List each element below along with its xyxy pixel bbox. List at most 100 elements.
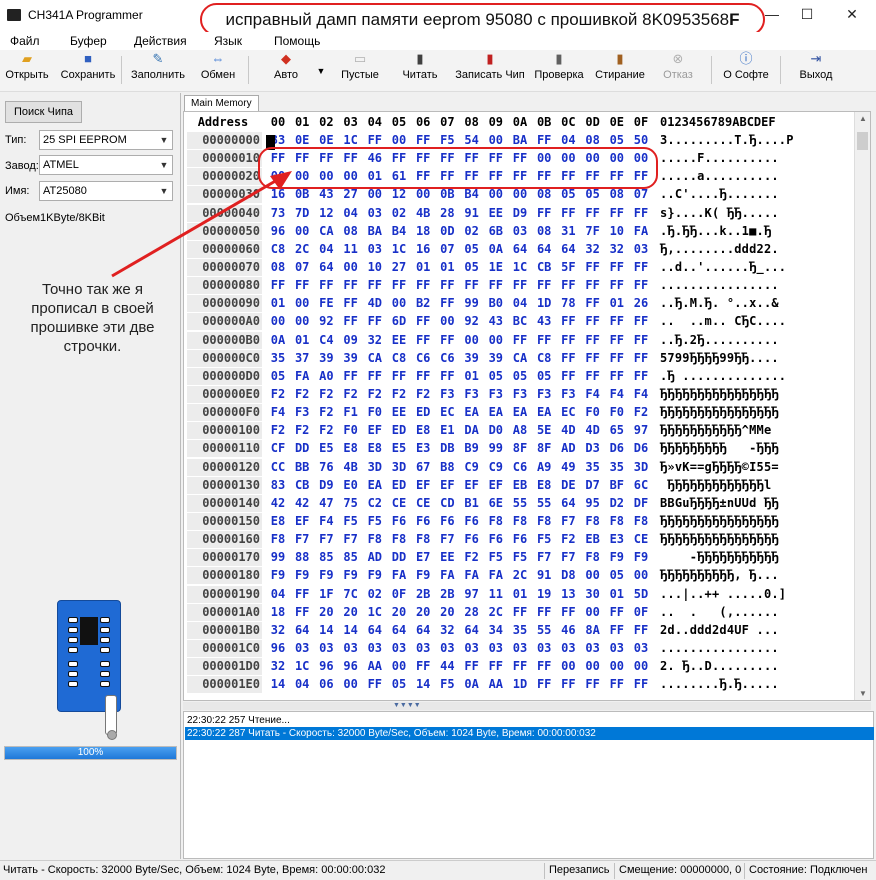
hex-byte[interactable]: F2 bbox=[315, 404, 337, 421]
hex-byte[interactable]: 03 bbox=[364, 640, 386, 657]
hex-byte[interactable]: FF bbox=[340, 277, 362, 294]
hex-byte[interactable]: FF bbox=[412, 277, 434, 294]
hex-row[interactable]: 00000030 16 0B 43 27 00 12 00 0B B4 00 00 08 05 05 08 07… bbox=[184, 186, 854, 204]
hex-byte[interactable]: 14 bbox=[267, 676, 289, 693]
hex-byte[interactable]: 03 bbox=[533, 640, 555, 657]
hex-byte[interactable]: F2 bbox=[315, 386, 337, 403]
hex-byte[interactable]: 05 bbox=[606, 567, 628, 584]
hex-byte[interactable]: FF bbox=[582, 313, 604, 330]
hex-byte[interactable]: 0A bbox=[461, 676, 483, 693]
hex-byte[interactable]: FF bbox=[630, 259, 652, 276]
hex-byte[interactable]: FA bbox=[485, 567, 507, 584]
hex-byte[interactable]: FF bbox=[412, 132, 434, 149]
hex-byte[interactable]: 10 bbox=[364, 259, 386, 276]
hex-byte[interactable]: 01 bbox=[436, 259, 458, 276]
hex-byte[interactable]: 30 bbox=[582, 586, 604, 603]
row-ascii[interactable]: .. ..m.. CЂC.... bbox=[660, 313, 786, 330]
hex-byte[interactable]: 97 bbox=[461, 586, 483, 603]
hex-byte[interactable]: F6 bbox=[412, 513, 434, 530]
hex-byte[interactable]: FF bbox=[436, 277, 458, 294]
maximize-button[interactable]: ☐ bbox=[797, 6, 817, 23]
hex-byte[interactable]: E1 bbox=[436, 422, 458, 439]
hex-byte[interactable]: FF bbox=[509, 168, 531, 185]
hex-byte[interactable]: AD bbox=[557, 440, 579, 457]
hex-row[interactable]: 00000140 42 42 47 75 C2 CE CE CD B1 6E 55 55 64 95 D2 DF… bbox=[184, 494, 854, 513]
hex-byte[interactable]: 64 bbox=[509, 241, 531, 258]
hex-byte[interactable]: FF bbox=[606, 622, 628, 639]
hex-byte[interactable]: FF bbox=[630, 676, 652, 693]
hex-byte[interactable]: 3D bbox=[364, 459, 386, 476]
hex-byte[interactable]: EE bbox=[388, 404, 410, 421]
hex-byte[interactable]: 03 bbox=[291, 640, 313, 657]
hex-byte[interactable]: FF bbox=[630, 622, 652, 639]
hex-byte[interactable]: A9 bbox=[533, 459, 555, 476]
hex-byte[interactable]: FF bbox=[291, 150, 313, 167]
row-ascii[interactable]: ЂЂЂЂЂЂЂЂЂЂЂЂЂЂЂЂ bbox=[660, 404, 779, 421]
hex-byte[interactable]: ED bbox=[412, 404, 434, 421]
hex-byte[interactable]: 99 bbox=[485, 440, 507, 457]
hex-byte[interactable]: 05 bbox=[509, 368, 531, 385]
tab-main-memory[interactable]: Main Memory bbox=[184, 95, 259, 112]
row-ascii[interactable]: ЂЂЂЂЂЂЂЂЂЂЂЂЂЂЂЂ bbox=[660, 386, 779, 403]
hex-byte[interactable]: CA bbox=[509, 350, 531, 367]
hex-byte[interactable]: F7 bbox=[291, 531, 313, 548]
hex-byte[interactable]: F8 bbox=[582, 513, 604, 530]
hex-byte[interactable]: 64 bbox=[557, 241, 579, 258]
hex-byte[interactable]: BA bbox=[509, 132, 531, 149]
hex-byte[interactable]: 55 bbox=[533, 495, 555, 512]
hex-byte[interactable]: FF bbox=[412, 313, 434, 330]
hex-byte[interactable]: 31 bbox=[557, 223, 579, 240]
hex-byte[interactable]: CE bbox=[412, 495, 434, 512]
maker-select[interactable]: ATMEL ▼ bbox=[39, 155, 173, 175]
hex-row[interactable]: 000000C0 35 37 39 39 CA C8 C6 C6 39 39 CA C8 FF FF FF FF… bbox=[184, 349, 854, 368]
hex-byte[interactable]: EA bbox=[509, 404, 531, 421]
hex-byte[interactable]: F9 bbox=[364, 567, 386, 584]
scroll-thumb[interactable] bbox=[857, 132, 868, 150]
hex-byte[interactable]: F9 bbox=[412, 567, 434, 584]
hex-byte[interactable]: 32 bbox=[267, 658, 289, 675]
hex-row[interactable]: 00000110 CF DD E5 E8 E8 E5 E3 DB B9 99 8F 8F AD D3 D6 D6… bbox=[184, 440, 854, 458]
hex-byte[interactable]: 16 bbox=[267, 186, 289, 203]
hex-byte[interactable]: F8 bbox=[582, 549, 604, 566]
hex-byte[interactable]: AA bbox=[364, 658, 386, 675]
hex-byte[interactable]: 85 bbox=[340, 549, 362, 566]
hex-byte[interactable]: EF bbox=[364, 422, 386, 439]
hex-byte[interactable]: 03 bbox=[485, 640, 507, 657]
hex-byte[interactable]: F5 bbox=[509, 549, 531, 566]
hex-row[interactable]: 000001B0 32 64 14 14 64 64 64 32 64 34 35 55 46 8A FF FF… bbox=[184, 621, 854, 640]
hex-byte[interactable]: 1C bbox=[509, 259, 531, 276]
read-button[interactable]: ▮ Читать bbox=[398, 52, 442, 90]
hex-byte[interactable]: F7 bbox=[557, 513, 579, 530]
hex-byte[interactable]: 20 bbox=[315, 604, 337, 621]
hex-byte[interactable]: EF bbox=[436, 477, 458, 494]
hex-byte[interactable]: 11 bbox=[485, 586, 507, 603]
hex-byte[interactable]: F2 bbox=[630, 404, 652, 421]
hex-byte[interactable]: 65 bbox=[606, 422, 628, 439]
hex-byte[interactable]: FF bbox=[557, 168, 579, 185]
hex-byte[interactable]: 32 bbox=[582, 241, 604, 258]
hex-row[interactable]: 000001E0 14 04 06 00 FF 05 14 F5 0A AA 1D FF FF FF FF FF… bbox=[184, 676, 854, 694]
hex-byte[interactable]: 0D bbox=[436, 223, 458, 240]
hex-byte[interactable]: FF bbox=[630, 332, 652, 349]
hex-byte[interactable]: 16 bbox=[412, 241, 434, 258]
hex-byte[interactable]: 2B bbox=[412, 586, 434, 603]
hex-byte[interactable]: 26 bbox=[630, 295, 652, 312]
hex-byte[interactable]: F4 bbox=[267, 404, 289, 421]
hex-byte[interactable]: 55 bbox=[533, 622, 555, 639]
hex-byte[interactable]: F0 bbox=[606, 404, 628, 421]
hex-byte[interactable]: 8A bbox=[582, 622, 604, 639]
hex-byte[interactable]: 02 bbox=[364, 586, 386, 603]
hex-byte[interactable]: C6 bbox=[436, 350, 458, 367]
hex-byte[interactable]: 5E bbox=[533, 422, 555, 439]
hex-byte[interactable]: CB bbox=[291, 477, 313, 494]
hex-byte[interactable]: CE bbox=[630, 531, 652, 548]
hex-byte[interactable]: 03 bbox=[606, 640, 628, 657]
hex-byte[interactable]: 1E bbox=[485, 259, 507, 276]
hex-byte[interactable]: 00 bbox=[267, 313, 289, 330]
hex-byte[interactable]: F4 bbox=[606, 386, 628, 403]
menu-file[interactable]: Файл bbox=[10, 34, 40, 48]
hex-byte[interactable]: F7 bbox=[533, 549, 555, 566]
hex-byte[interactable]: 00 bbox=[485, 186, 507, 203]
hex-byte[interactable]: F2 bbox=[412, 386, 434, 403]
hex-byte[interactable]: 01 bbox=[291, 332, 313, 349]
